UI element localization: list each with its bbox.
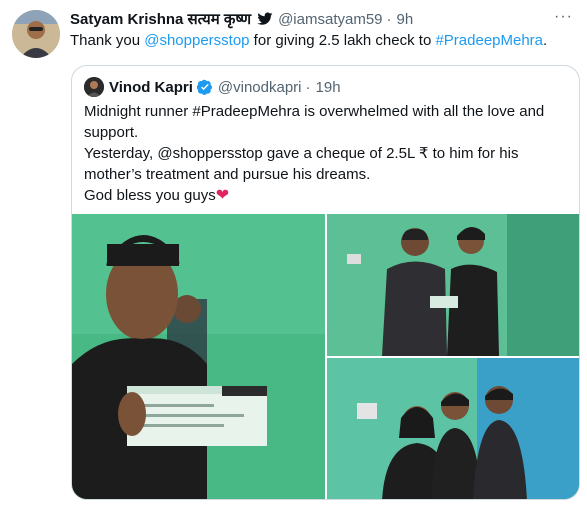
quoted-line: Yesterday, @shoppersstop gave a cheque o…: [84, 145, 519, 183]
author-handle[interactable]: @iamsatyam59: [278, 11, 382, 28]
photo-boy-with-cheque[interactable]: [72, 214, 325, 499]
quoted-tweet-text: Midnight runner #PradeepMehra is overwhe…: [84, 101, 569, 206]
tweet-text: Thank you @shoppersstop for giving 2.5 l…: [70, 31, 575, 51]
tweet-header: Satyam Krishna सत्यम कृष्ण @iamsatyam59 …: [70, 8, 575, 30]
photo-group-pose[interactable]: [327, 358, 579, 499]
separator-dot: ·: [305, 78, 311, 96]
quoted-line-text: God bless you guys: [84, 187, 216, 204]
author-name[interactable]: Satyam Krishna सत्यम कृष्ण: [70, 9, 251, 29]
photo-illustration: [72, 214, 325, 499]
quoted-author-name[interactable]: Vinod Kapri: [109, 79, 193, 96]
tweet-time[interactable]: 9h: [397, 11, 414, 28]
quoted-author-avatar[interactable]: [84, 77, 104, 97]
text-part: .: [543, 32, 548, 49]
photo-illustration: [327, 214, 579, 356]
photo-illustration: [327, 358, 579, 499]
quoted-avatar-image: [84, 77, 104, 97]
text-part: Thank you: [70, 32, 145, 49]
separator-dot: ·: [386, 10, 392, 28]
quoted-tweet-header: Vinod Kapri @vinodkapri · 19h: [84, 76, 341, 98]
media-grid: [72, 214, 579, 499]
hashtag-link[interactable]: #PradeepMehra: [435, 32, 543, 49]
quoted-line: Midnight runner #PradeepMehra is overwhe…: [84, 103, 545, 141]
tweet[interactable]: Satyam Krishna सत्यम कृष्ण @iamsatyam59 …: [0, 0, 587, 507]
photo-handing-cheque[interactable]: [327, 214, 579, 356]
text-part: for giving 2.5 lakh check to: [249, 32, 436, 49]
quoted-tweet[interactable]: Vinod Kapri @vinodkapri · 19h Midnight r…: [71, 65, 580, 500]
heart-emoji-icon: ❤: [215, 187, 230, 204]
more-options-icon[interactable]: ···: [554, 8, 573, 26]
avatar-image: [12, 10, 60, 58]
mention-link[interactable]: @shoppersstop: [144, 32, 249, 49]
quoted-tweet-time[interactable]: 19h: [316, 79, 341, 96]
author-avatar[interactable]: [12, 10, 60, 58]
verified-badge-icon: [196, 79, 212, 95]
twitter-bird-icon: [257, 12, 273, 25]
quoted-author-handle[interactable]: @vinodkapri: [218, 79, 302, 96]
quoted-line: God bless you guys❤: [84, 185, 569, 206]
